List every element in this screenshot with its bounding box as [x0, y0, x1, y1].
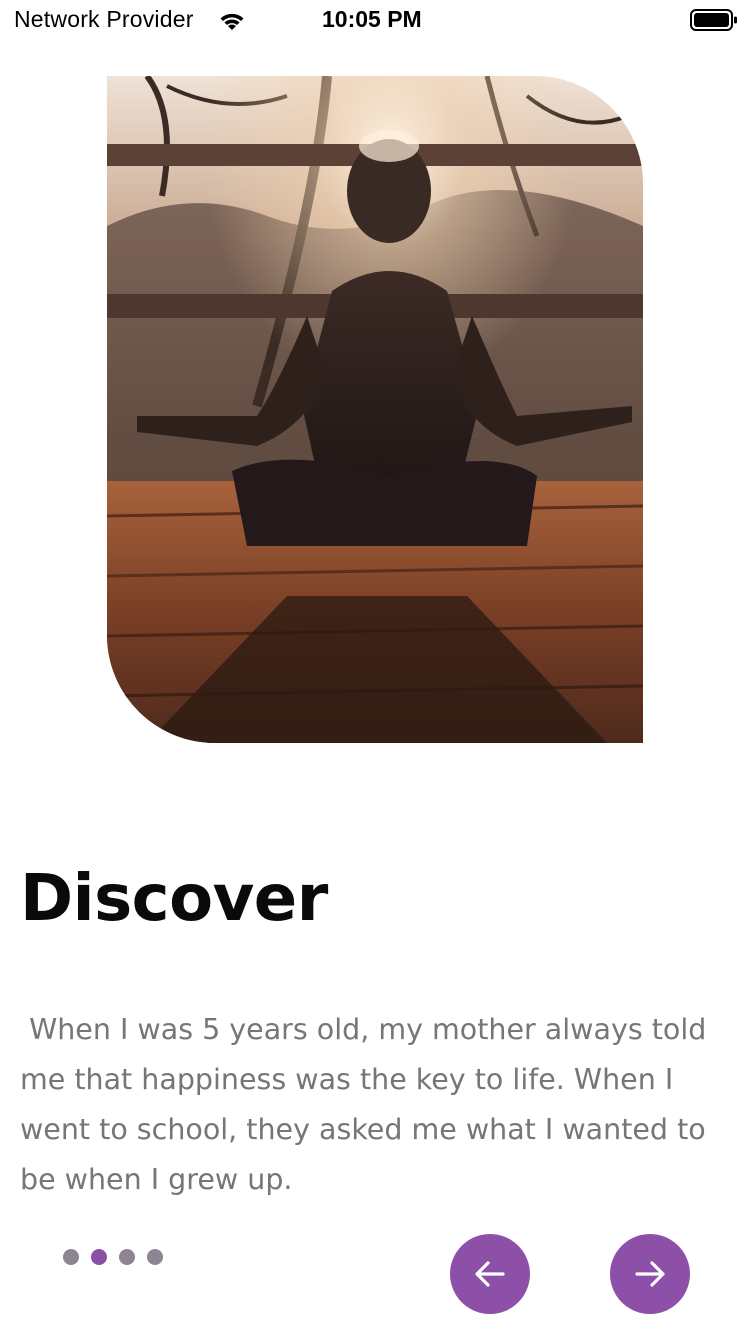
pager-dot[interactable]: [119, 1249, 135, 1265]
battery-icon: [690, 9, 737, 31]
clock: 10:05 PM: [322, 6, 422, 32]
pager-dot-active[interactable]: [91, 1249, 107, 1265]
hero-image: [107, 76, 643, 743]
pager-indicator: [63, 1249, 163, 1265]
arrow-left-icon: [475, 1261, 505, 1287]
next-button[interactable]: [610, 1234, 690, 1314]
pager-dot[interactable]: [63, 1249, 79, 1265]
arrow-right-icon: [635, 1261, 665, 1287]
status-bar: Network Provider 10:05 PM: [0, 0, 750, 40]
previous-button[interactable]: [450, 1234, 530, 1314]
meditation-photo: [107, 76, 643, 743]
page-title: Discover: [20, 862, 328, 936]
description-text: When I was 5 years old, my mother always…: [20, 1013, 716, 1196]
carrier-label: Network Provider: [14, 6, 194, 32]
pager-dot[interactable]: [147, 1249, 163, 1265]
wifi-icon: [220, 13, 244, 30]
